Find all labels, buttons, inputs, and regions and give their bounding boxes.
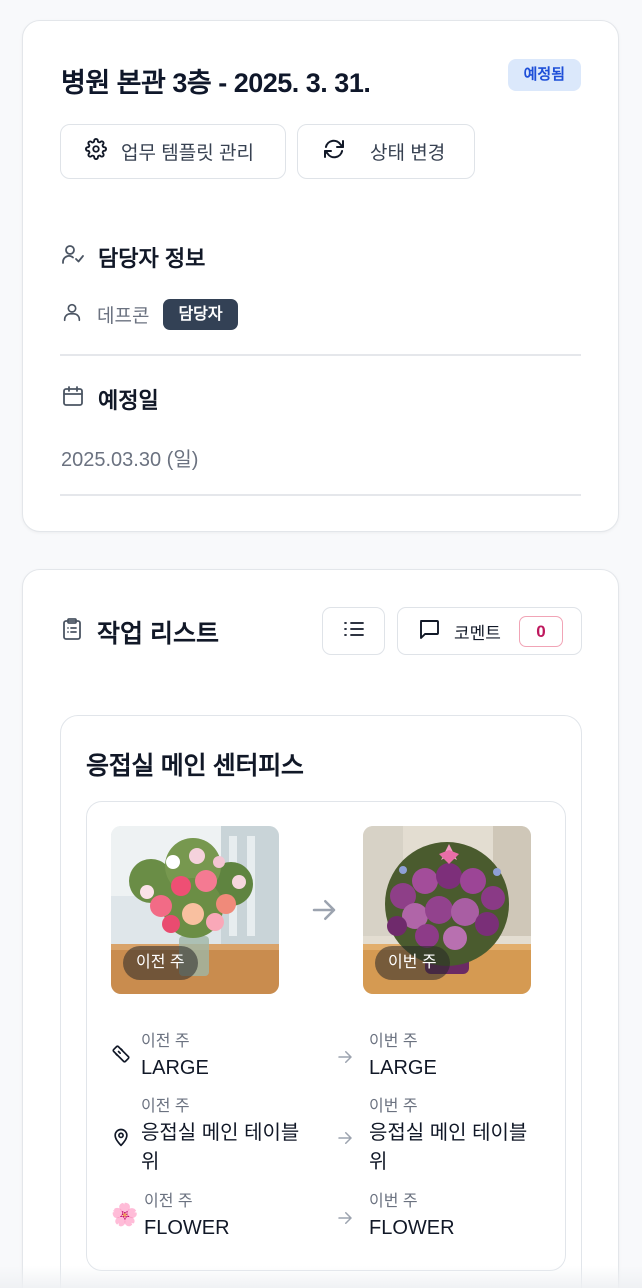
current-caption: 이번 주 bbox=[369, 1098, 418, 1115]
user-check-icon bbox=[61, 242, 85, 272]
status-badge: 예정됨 bbox=[507, 59, 581, 91]
task-item-card[interactable]: 응접실 메인 센터피스 이전 주 이번 주 이전 주 LARGE 이번 주 LA… bbox=[60, 715, 582, 1288]
arrow-right-icon bbox=[336, 1048, 354, 1071]
previous-week-photo[interactable]: 이전 주 bbox=[111, 826, 279, 994]
comment-count-badge: 0 bbox=[518, 615, 563, 647]
user-icon bbox=[61, 301, 83, 328]
previous-value: FLOWER bbox=[144, 1217, 230, 1239]
current-location: 이번 주 응접실 메인 테이블 위 bbox=[369, 1097, 539, 1177]
current-value: 응접실 메인 테이블 위 bbox=[369, 1122, 528, 1173]
comment-label: 코멘트 bbox=[454, 623, 501, 643]
date-section-heading: 예정일 bbox=[61, 383, 159, 415]
current-caption: 이번 주 bbox=[369, 1033, 418, 1050]
previous-week-photo-tag: 이전 주 bbox=[123, 946, 198, 980]
current-value: LARGE bbox=[369, 1057, 437, 1079]
task-list-heading: 작업 리스트 bbox=[61, 614, 219, 650]
role-chip: 담당자 bbox=[163, 298, 238, 330]
scheduled-date: 2025.03.30 (일) bbox=[61, 449, 199, 471]
divider bbox=[60, 494, 581, 496]
week-comparison-panel: 이전 주 이번 주 이전 주 LARGE 이번 주 LARGE 이전 주 응접실… bbox=[86, 801, 566, 1271]
status-change-button[interactable]: 상태 변경 bbox=[297, 124, 475, 179]
current-flower: 이번 주 FLOWER bbox=[369, 1192, 539, 1243]
previous-value: 응접실 메인 테이블 위 bbox=[141, 1122, 300, 1173]
flower-icon: 🌸 bbox=[111, 1202, 139, 1227]
ruler-icon bbox=[111, 1044, 131, 1069]
previous-location: 이전 주 응접실 메인 테이블 위 bbox=[141, 1097, 311, 1177]
chat-bubble-icon bbox=[417, 617, 441, 646]
current-value: FLOWER bbox=[369, 1217, 455, 1239]
previous-caption: 이전 주 bbox=[141, 1033, 190, 1050]
arrow-right-icon bbox=[309, 895, 339, 930]
template-manage-label: 업무 템플릿 관리 bbox=[121, 143, 254, 164]
current-week-photo[interactable]: 이번 주 bbox=[363, 826, 531, 994]
arrow-right-icon bbox=[336, 1209, 354, 1232]
list-view-button[interactable] bbox=[322, 607, 385, 655]
calendar-icon bbox=[61, 384, 85, 414]
schedule-title: 병원 본관 3층 - 2025. 3. 31. bbox=[61, 68, 371, 98]
task-list-card: 작업 리스트 코멘트 0 응접실 메인 센터피스 이전 주 이번 주 이전 주 … bbox=[22, 569, 619, 1288]
task-name: 응접실 메인 센터피스 bbox=[86, 752, 304, 780]
template-manage-button[interactable]: 업무 템플릿 관리 bbox=[60, 124, 286, 179]
assignee-row: 데프콘 담당자 bbox=[61, 297, 238, 331]
gear-icon bbox=[85, 137, 107, 166]
current-size: 이번 주 LARGE bbox=[369, 1032, 539, 1083]
clipboard-icon bbox=[61, 617, 83, 648]
current-caption: 이번 주 bbox=[369, 1193, 418, 1210]
divider bbox=[60, 354, 581, 356]
previous-caption: 이전 주 bbox=[141, 1098, 190, 1115]
status-change-label: 상태 변경 bbox=[370, 143, 446, 164]
refresh-icon bbox=[322, 137, 346, 167]
current-week-photo-tag: 이번 주 bbox=[375, 946, 450, 980]
assignee-heading-label: 담당자 정보 bbox=[98, 246, 206, 271]
comment-button[interactable]: 코멘트 0 bbox=[397, 607, 582, 655]
location-pin-icon bbox=[111, 1127, 131, 1152]
list-icon bbox=[343, 620, 365, 643]
previous-flower: 이전 주 FLOWER bbox=[144, 1192, 314, 1243]
previous-size: 이전 주 LARGE bbox=[141, 1032, 311, 1083]
assignee-name: 데프콘 bbox=[97, 305, 150, 327]
previous-caption: 이전 주 bbox=[144, 1193, 193, 1210]
date-heading-label: 예정일 bbox=[98, 388, 159, 413]
assignee-section-heading: 담당자 정보 bbox=[61, 241, 205, 273]
arrow-right-icon bbox=[336, 1129, 354, 1152]
schedule-card: 병원 본관 3층 - 2025. 3. 31. 예정됨 업무 템플릿 관리 상태… bbox=[22, 20, 619, 532]
previous-value: LARGE bbox=[141, 1057, 209, 1079]
scroll-fade bbox=[0, 1266, 642, 1288]
task-list-heading-label: 작업 리스트 bbox=[97, 620, 219, 648]
